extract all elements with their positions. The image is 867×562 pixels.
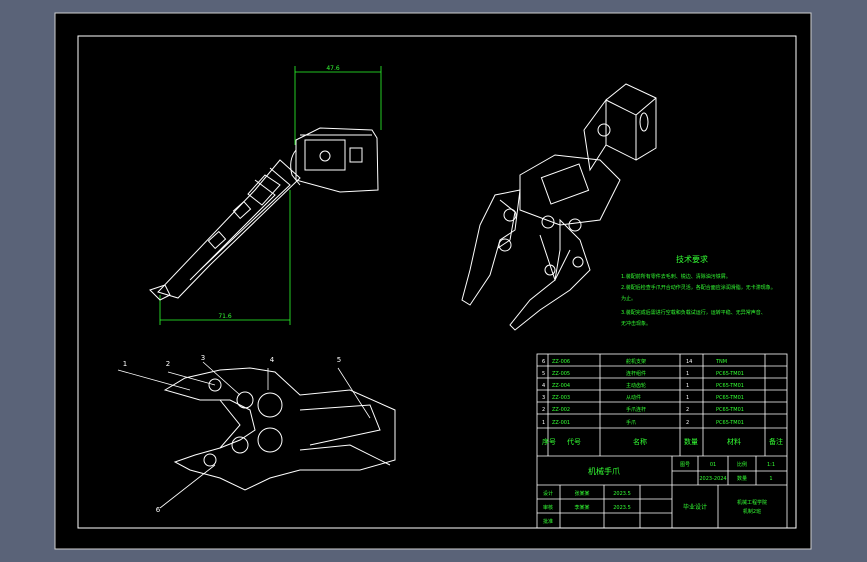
bom-row-3-qty: 1 bbox=[686, 383, 689, 389]
count-label: 数量 bbox=[737, 475, 747, 482]
tech-req-line-5: 无冲击现象。 bbox=[621, 320, 651, 327]
bom-row-3-name: 主动齿轮 bbox=[626, 382, 646, 389]
balloon-4: 4 bbox=[270, 356, 275, 364]
bom-header-no: 序号 bbox=[542, 437, 556, 446]
bom-row-4-material: PC65-TM01 bbox=[716, 395, 744, 401]
tech-req-line-1: 1.装配前所有零件去毛刺、锐边、清除油污铁屑。 bbox=[621, 273, 731, 280]
cad-drawing-sheet: 47.6 71.6 1 2 3 4 5 6 技术要求 1.装配前所有零件去毛刺、… bbox=[54, 12, 812, 550]
tech-req-line-2: 2.装配后检查手爪开合动作灵活，各配合面应涂润滑脂，无卡滞现象。 bbox=[621, 284, 776, 291]
bom-row-2-code: ZZ-005 bbox=[552, 371, 570, 377]
bom-header-code: 代号 bbox=[567, 437, 581, 446]
bom-header-name: 名称 bbox=[633, 437, 647, 446]
balloon-3: 3 bbox=[201, 354, 205, 362]
bom-row-2-material: PC65-TM01 bbox=[716, 371, 744, 377]
school-sub: 机制2班 bbox=[743, 508, 761, 515]
bom-row-6-name: 手爪 bbox=[626, 419, 636, 426]
scale-value: 01 bbox=[710, 462, 716, 468]
bom-row-5-no: 2 bbox=[542, 407, 545, 413]
bom-row-1-no: 6 bbox=[542, 359, 545, 365]
bom-row-4-no: 3 bbox=[542, 395, 545, 401]
approve-label: 批准 bbox=[543, 518, 553, 525]
sheet-code: 2023-2024 bbox=[699, 476, 726, 482]
scale-label: 图号 bbox=[680, 462, 690, 468]
bom-row-2-no: 5 bbox=[542, 371, 545, 377]
count-value: 1 bbox=[769, 476, 772, 482]
ratio-label: 比例 bbox=[737, 461, 747, 468]
tech-req-title: 技术要求 bbox=[676, 254, 708, 264]
ratio-value: 1:1 bbox=[767, 462, 775, 468]
bom-row-5-code: ZZ-002 bbox=[552, 407, 570, 413]
bom-header-note: 备注 bbox=[769, 437, 783, 446]
bom-row-2-name: 连杆组件 bbox=[626, 370, 646, 377]
bom-row-1-name: 舵机支架 bbox=[626, 358, 646, 365]
bom-row-6-code: ZZ-001 bbox=[552, 420, 570, 426]
bom-row-5-name: 手爪连杆 bbox=[626, 406, 646, 413]
checker-label: 审核 bbox=[543, 504, 553, 511]
school-name: 机械工程学院 bbox=[737, 499, 767, 506]
tech-req-line-3: 为止。 bbox=[621, 295, 636, 302]
bom-row-5-material: PC65-TM01 bbox=[716, 407, 744, 413]
design-date: 2023.5 bbox=[613, 491, 631, 497]
bom-row-6-qty: 2 bbox=[686, 420, 689, 426]
checker-name: 李某某 bbox=[574, 504, 589, 511]
bom-row-4-name: 从动件 bbox=[626, 394, 641, 401]
bom-row-4-code: ZZ-003 bbox=[552, 395, 570, 401]
dimension-bottom: 71.6 bbox=[218, 313, 232, 320]
balloon-5: 5 bbox=[337, 356, 341, 364]
tech-req-line-4: 3.装配完成后需进行空载和负载试运行，运转平稳、无异常声音、 bbox=[621, 309, 766, 316]
bom-row-1-qty: 14 bbox=[686, 359, 692, 365]
balloon-1: 1 bbox=[123, 360, 127, 368]
bom-row-2-qty: 1 bbox=[686, 371, 689, 377]
bom-row-5-qty: 2 bbox=[686, 407, 689, 413]
bom-row-1-code: ZZ-006 bbox=[552, 359, 570, 365]
bom-header-qty: 数量 bbox=[684, 437, 698, 446]
bom-row-3-code: ZZ-004 bbox=[552, 383, 570, 389]
dimension-top: 47.6 bbox=[326, 65, 340, 72]
bom-header-material: 材料 bbox=[727, 437, 741, 446]
check-date: 2023.5 bbox=[613, 505, 631, 511]
bom-row-3-no: 4 bbox=[542, 383, 545, 389]
bom-row-1-material: TNM bbox=[715, 359, 727, 365]
bom-row-6-no: 1 bbox=[542, 420, 545, 426]
designer-label: 设计 bbox=[543, 490, 553, 497]
bom-row-6-material: PC65-TM01 bbox=[716, 420, 744, 426]
bom-row-4-qty: 1 bbox=[686, 395, 689, 401]
balloon-6: 6 bbox=[156, 506, 161, 514]
balloon-2: 2 bbox=[166, 360, 170, 368]
drawing-name: 机械手爪 bbox=[588, 466, 620, 476]
school-label: 毕业设计 bbox=[683, 503, 707, 511]
designer-name: 张某某 bbox=[574, 490, 589, 497]
bom-row-3-material: PC65-TM01 bbox=[716, 383, 744, 389]
